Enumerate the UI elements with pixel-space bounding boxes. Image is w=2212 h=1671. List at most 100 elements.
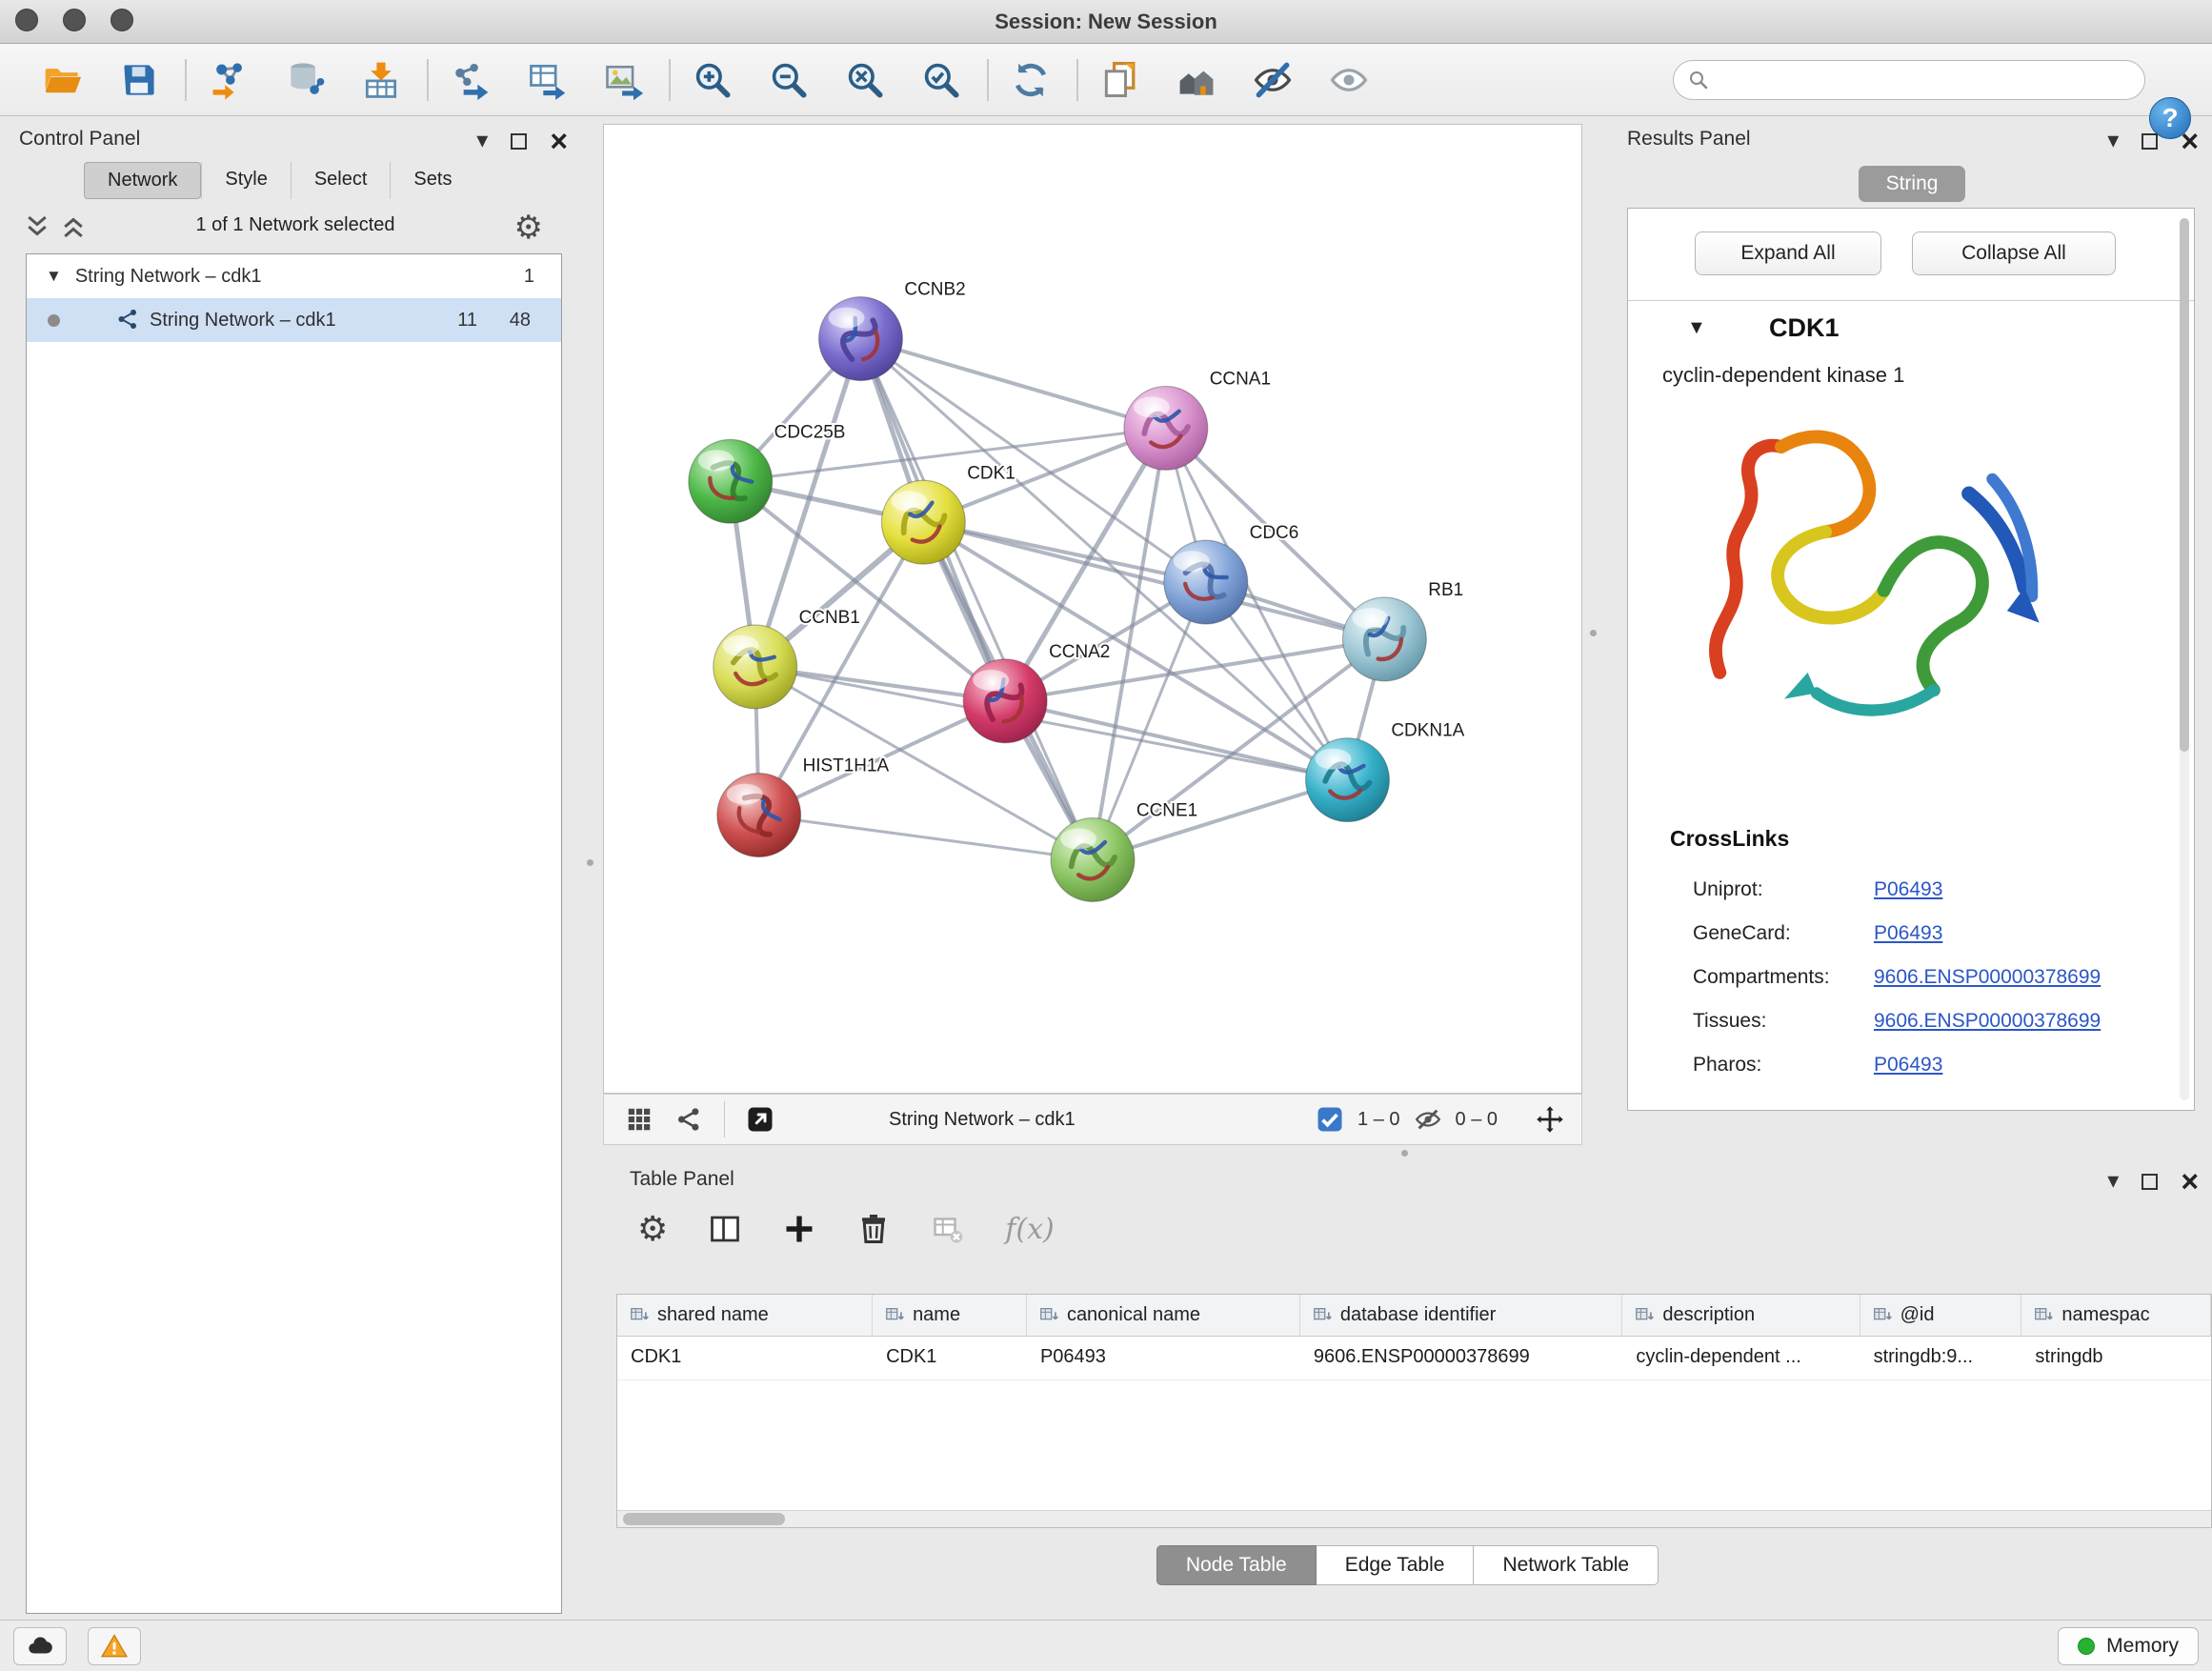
panel-float-icon[interactable]: [2142, 133, 2158, 150]
open-session-icon[interactable]: [38, 55, 88, 105]
table-cell[interactable]: stringdb: [2021, 1337, 2211, 1379]
node-CCNB1[interactable]: [714, 625, 797, 709]
table-horizontal-scrollbar[interactable]: [617, 1510, 2211, 1527]
column-header-canonical-name[interactable]: canonical name: [1027, 1295, 1300, 1336]
duplicate-network-icon[interactable]: [1096, 55, 1145, 105]
show-columns-icon[interactable]: [708, 1212, 742, 1246]
apply-layout-icon[interactable]: [1006, 55, 1056, 105]
node-CCNE1[interactable]: [1051, 818, 1135, 902]
zoom-in-icon[interactable]: [688, 55, 737, 105]
network-collection-row[interactable]: ▼ String Network – cdk1 1: [27, 254, 561, 298]
column-header-description[interactable]: description: [1622, 1295, 1860, 1336]
memory-button[interactable]: Memory: [2058, 1627, 2199, 1665]
crosslink-value-link[interactable]: P06493: [1874, 878, 1942, 901]
edge-CCNB2-CCNA1[interactable]: [860, 339, 1165, 429]
tab-style[interactable]: Style: [201, 162, 290, 199]
splitter-handle[interactable]: [1590, 630, 1597, 636]
tab-sets[interactable]: Sets: [390, 162, 474, 199]
selected-checkbox-icon[interactable]: [1316, 1105, 1344, 1134]
crosslink-value-link[interactable]: P06493: [1874, 1054, 1942, 1077]
crosslink-value-link[interactable]: 9606.ENSP00000378699: [1874, 1010, 2101, 1033]
node-CDC25B[interactable]: [689, 439, 773, 523]
panel-close-icon[interactable]: ×: [2181, 1166, 2199, 1197]
edge-CCNE1-HIST1H1A[interactable]: [759, 815, 1093, 860]
panel-close-icon[interactable]: ×: [2181, 126, 2199, 156]
table-row[interactable]: CDK1CDK1P064939606.ENSP00000378699cyclin…: [617, 1337, 2211, 1380]
node-HIST1H1A[interactable]: [717, 774, 801, 857]
node-CDKN1A[interactable]: [1306, 738, 1390, 822]
zoom-fit-icon[interactable]: [840, 55, 890, 105]
open-in-new-window-icon[interactable]: [746, 1105, 774, 1134]
panel-menu-icon[interactable]: ▾: [2107, 130, 2119, 152]
import-table-from-file-icon[interactable]: [356, 55, 406, 105]
tab-network[interactable]: Network: [84, 162, 201, 199]
panel-float-icon[interactable]: [511, 133, 527, 150]
edge-CCNB2-CCNE1[interactable]: [860, 339, 1093, 860]
edge-CCNA2-CDKN1A[interactable]: [1005, 701, 1347, 780]
table-cell[interactable]: cyclin-dependent ...: [1622, 1337, 1860, 1379]
search-box[interactable]: [1673, 60, 2145, 100]
expand-all-button[interactable]: Expand All: [1695, 232, 1881, 275]
edge-CDK1-RB1[interactable]: [923, 522, 1384, 639]
column-header-database-identifier[interactable]: database identifier: [1300, 1295, 1623, 1336]
collapse-all-button[interactable]: Collapse All: [1912, 232, 2116, 275]
save-session-icon[interactable]: [114, 55, 164, 105]
results-scrollbar[interactable]: [2180, 218, 2189, 1100]
table-settings-icon[interactable]: ⚙: [637, 1209, 668, 1249]
add-column-icon[interactable]: [782, 1212, 816, 1246]
delete-column-icon[interactable]: [856, 1212, 891, 1246]
export-table-icon[interactable]: [522, 55, 572, 105]
cloud-button[interactable]: [13, 1627, 67, 1665]
column-header--id[interactable]: @id: [1860, 1295, 2022, 1336]
tree-expand-icon[interactable]: ▼: [46, 267, 62, 286]
table-cell[interactable]: CDK1: [873, 1337, 1027, 1379]
panel-menu-icon[interactable]: ▾: [476, 130, 488, 152]
tab-node-table[interactable]: Node Table: [1156, 1545, 1317, 1585]
hide-selected-icon[interactable]: [1248, 55, 1297, 105]
import-network-from-file-icon[interactable]: [204, 55, 253, 105]
pan-crosshair-icon[interactable]: [1536, 1105, 1564, 1134]
column-header-name[interactable]: name: [873, 1295, 1027, 1336]
tab-edge-table[interactable]: Edge Table: [1317, 1545, 1475, 1585]
tab-select[interactable]: Select: [291, 162, 391, 199]
node-CCNA1[interactable]: [1124, 386, 1208, 470]
hidden-eye-icon[interactable]: [1414, 1105, 1442, 1134]
birdseye-view-icon[interactable]: [625, 1105, 654, 1134]
column-header-shared-name[interactable]: shared name: [617, 1295, 873, 1336]
node-CCNB2[interactable]: [819, 297, 903, 381]
node-CDK1[interactable]: [881, 480, 965, 564]
node-CDC6[interactable]: [1164, 540, 1248, 624]
first-neighbors-icon[interactable]: [1172, 55, 1221, 105]
table-cell[interactable]: 9606.ENSP00000378699: [1300, 1337, 1623, 1379]
show-all-icon[interactable]: [1324, 55, 1374, 105]
search-input[interactable]: [1719, 69, 2131, 91]
splitter-handle[interactable]: [587, 859, 593, 866]
crosslink-value-link[interactable]: P06493: [1874, 922, 1942, 945]
section-collapse-icon[interactable]: ▼: [1687, 317, 1706, 339]
node-RB1[interactable]: [1342, 597, 1426, 681]
network-graph[interactable]: CCNB2CCNA1CDC25BCDK1CDC6RB1CCNB1CCNA2CDK…: [604, 125, 1581, 1093]
string-tab-badge[interactable]: String: [1859, 166, 1965, 202]
node-CCNA2[interactable]: [963, 659, 1047, 743]
panel-float-icon[interactable]: [2142, 1174, 2158, 1190]
network-row[interactable]: String Network – cdk1 11 48: [27, 298, 561, 342]
zoom-out-icon[interactable]: [764, 55, 814, 105]
column-header-namespac[interactable]: namespac: [2021, 1295, 2211, 1336]
warnings-button[interactable]: [88, 1627, 141, 1665]
protein-section-header[interactable]: ▼ CDK1: [1628, 312, 2194, 353]
network-share-icon[interactable]: [674, 1105, 703, 1134]
table-cell[interactable]: CDK1: [617, 1337, 873, 1379]
export-network-icon[interactable]: [446, 55, 495, 105]
crosslink-value-link[interactable]: 9606.ENSP00000378699: [1874, 966, 2101, 989]
panel-close-icon[interactable]: ×: [550, 126, 568, 156]
table-cell[interactable]: stringdb:9...: [1860, 1337, 2022, 1379]
zoom-selected-icon[interactable]: [916, 55, 966, 105]
export-image-icon[interactable]: [598, 55, 648, 105]
gear-icon[interactable]: ⚙: [514, 209, 543, 247]
tab-network-table[interactable]: Network Table: [1474, 1545, 1659, 1585]
network-canvas[interactable]: CCNB2CCNA1CDC25BCDK1CDC6RB1CCNB1CCNA2CDK…: [603, 124, 1582, 1094]
panel-menu-icon[interactable]: ▾: [2107, 1170, 2119, 1193]
splitter-handle[interactable]: [1401, 1150, 1408, 1157]
table-cell[interactable]: P06493: [1027, 1337, 1300, 1379]
import-network-from-database-icon[interactable]: [280, 55, 330, 105]
